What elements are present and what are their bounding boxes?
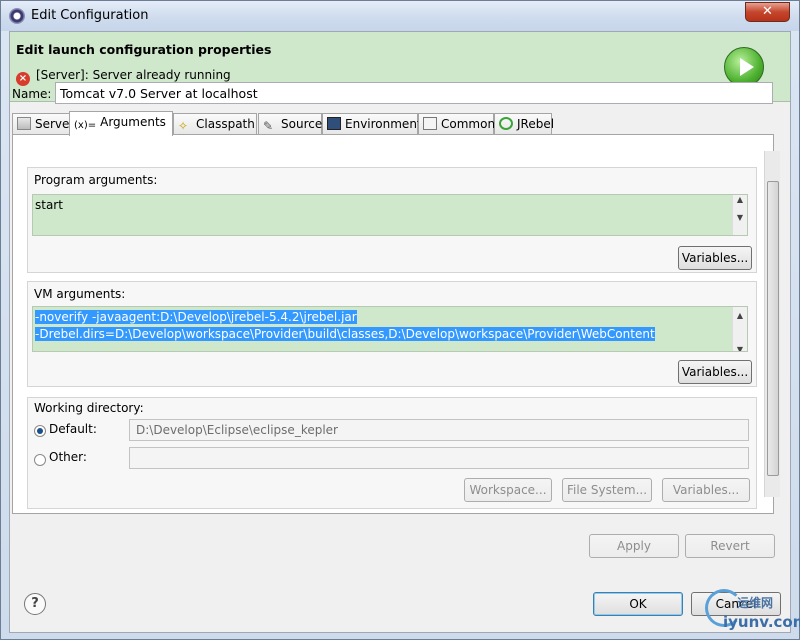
- eclipse-icon: [9, 8, 25, 24]
- other-directory-field[interactable]: [129, 447, 749, 469]
- program-arguments-label: Program arguments:: [34, 173, 158, 187]
- panel-scrollbar[interactable]: [764, 151, 780, 497]
- other-label: Other:: [49, 450, 87, 464]
- tab-environment[interactable]: Environment: [322, 113, 422, 135]
- status-text: [Server]: Server already running: [36, 68, 231, 82]
- vm-arguments-textarea[interactable]: -noverify -javaagent:D:\Develop\jrebel-5…: [32, 306, 748, 352]
- panel-scrollbar-thumb[interactable]: [767, 181, 779, 476]
- tab-bar: Server (x)= Arguments ✧ Classpath ✎ Source …: [12, 111, 772, 136]
- run-icon: [724, 47, 764, 87]
- environment-icon: [327, 117, 341, 130]
- working-variables-button[interactable]: Variables...: [662, 478, 750, 502]
- header-title: Edit launch configuration properties: [16, 42, 272, 57]
- watermark-line-2: iyunv.com: [723, 613, 800, 631]
- classpath-icon: ✧: [178, 119, 189, 133]
- arguments-icon: (x)=: [74, 120, 97, 131]
- program-arguments-group: Program arguments: start ▲ ▼ Variables...: [27, 167, 757, 273]
- vm-arguments-line-2: -Drebel.dirs=D:\Develop\workspace\Provid…: [35, 327, 655, 341]
- window-title: Edit Configuration: [31, 8, 149, 23]
- tab-server[interactable]: Server: [12, 113, 74, 135]
- title-bar: Edit Configuration ✕: [1, 1, 799, 31]
- tab-common[interactable]: Common: [418, 113, 495, 135]
- close-button[interactable]: ✕: [745, 2, 790, 22]
- error-icon: ×: [16, 72, 30, 86]
- working-directory-label: Working directory:: [34, 401, 144, 415]
- edit-configuration-window: Edit Configuration ✕ Edit launch configu…: [0, 0, 800, 640]
- tab-arguments[interactable]: (x)= Arguments: [69, 111, 173, 136]
- tab-jrebel[interactable]: JRebel: [494, 113, 554, 135]
- tab-source[interactable]: ✎ Source: [258, 113, 322, 135]
- watermark-line-1: 运维网: [737, 596, 774, 610]
- arguments-panel: Program arguments: start ▲ ▼ Variables...…: [12, 134, 774, 514]
- revert-button[interactable]: Revert: [685, 534, 775, 558]
- program-arguments-scrollbar[interactable]: ▲ ▼: [732, 195, 747, 235]
- vm-arguments-line-1: -noverify -javaagent:D:\Develop\jrebel-5…: [35, 310, 357, 324]
- server-icon: [17, 117, 31, 130]
- source-icon: ✎: [263, 119, 274, 133]
- tab-classpath[interactable]: ✧ Classpath: [173, 113, 257, 135]
- working-directory-group: Working directory: Default: D:\Develop\E…: [27, 397, 757, 509]
- program-variables-button[interactable]: Variables...: [678, 246, 752, 270]
- workspace-button[interactable]: Workspace...: [464, 478, 552, 502]
- vm-arguments-label: VM arguments:: [34, 287, 126, 301]
- apply-button[interactable]: Apply: [589, 534, 679, 558]
- vm-arguments-scrollbar[interactable]: ▲ ▼: [732, 307, 747, 351]
- default-radio[interactable]: [34, 425, 46, 437]
- default-label: Default:: [49, 422, 97, 436]
- default-directory-field[interactable]: D:\Develop\Eclipse\eclipse_kepler: [129, 419, 749, 441]
- jrebel-icon: [499, 117, 513, 130]
- program-arguments-value: start: [35, 198, 63, 212]
- vm-variables-button[interactable]: Variables...: [678, 360, 752, 384]
- common-icon: [423, 117, 437, 130]
- help-icon[interactable]: ?: [24, 593, 46, 615]
- name-label: Name:: [12, 87, 52, 101]
- ok-button[interactable]: OK: [593, 592, 683, 616]
- other-radio[interactable]: [34, 454, 46, 466]
- vm-arguments-group: VM arguments: -noverify -javaagent:D:\De…: [27, 281, 757, 387]
- watermark: 运维网 iyunv.com: [705, 589, 800, 637]
- program-arguments-textarea[interactable]: start ▲ ▼: [32, 194, 748, 236]
- name-input[interactable]: Tomcat v7.0 Server at localhost: [55, 82, 773, 104]
- file-system-button[interactable]: File System...: [562, 478, 652, 502]
